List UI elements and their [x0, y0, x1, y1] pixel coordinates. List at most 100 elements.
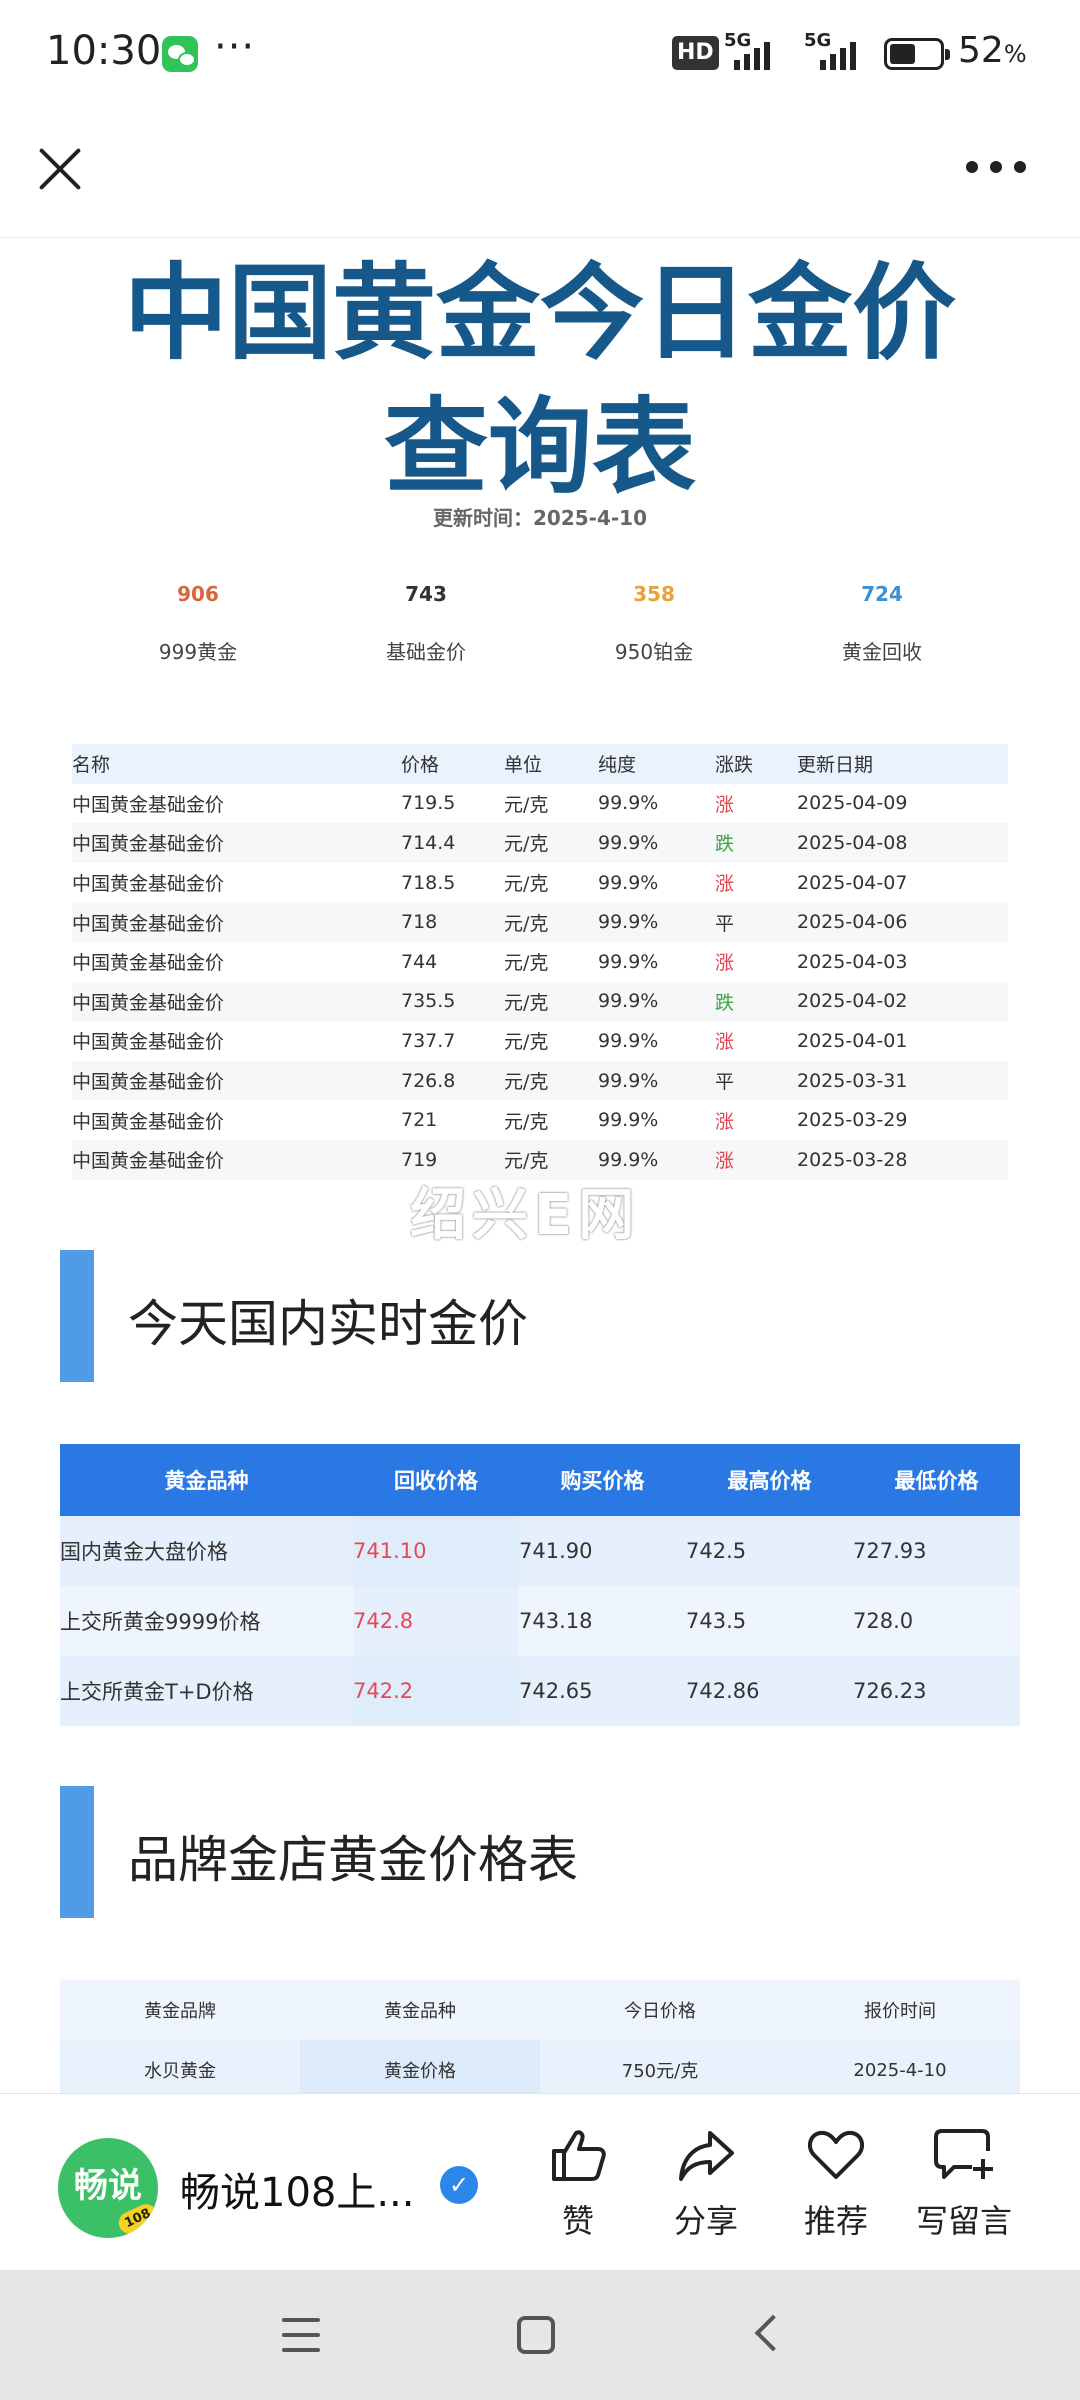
table-cell: 元/克 [504, 873, 549, 896]
table-cell: 上交所黄金T+D价格 [60, 1656, 353, 1726]
stat-label: 999黄金 [158, 640, 238, 664]
table-cell: 727.93 [853, 1516, 1020, 1586]
table-cell: 719.5 [401, 792, 456, 815]
table-cell: 涨 [715, 1139, 797, 1180]
table-header-row: 黄金品种 回收价格 购买价格 最高价格 最低价格 [60, 1444, 1020, 1516]
table-cell: 721 [401, 1109, 438, 1132]
stat-999-gold: 906 999黄金 [88, 582, 308, 665]
table-cell: 99.9% [598, 981, 715, 1022]
table-cell: 元/克 [504, 981, 598, 1022]
bottom-action-bar: 畅说 108 畅说108上... ✓ 赞 分享 推荐 写留言 [0, 2093, 1080, 2270]
header-cell: 单位 [504, 744, 598, 784]
table-cell: 平 [715, 1060, 797, 1101]
table-cell: 742.8 [353, 1586, 519, 1656]
stat-value: 906 [177, 582, 219, 606]
table-cell: 99.9% [598, 902, 715, 942]
share-icon [646, 2122, 766, 2188]
header-cell: 黄金品种 [300, 1980, 540, 2040]
table-row: 国内黄金大盘价格 741.10 741.90 742.5 727.93 [60, 1516, 1020, 1586]
table-row: 水贝黄金 黄金价格 750元/克 2025-4-10 [60, 2040, 1020, 2100]
table-row: 中国黄金基础金价 718.5 元/克 99.9% 涨 2025-04-07 [72, 863, 1008, 903]
home-icon[interactable] [517, 2316, 555, 2354]
like-button[interactable]: 赞 [518, 2122, 638, 2242]
table-row: 中国黄金基础金价 737.7 元/克 99.9% 涨 2025-04-01 [72, 1021, 1008, 1061]
table-row: 中国黄金基础金价 719.5 元/克 99.9% 涨 2025-04-09 [72, 784, 1008, 824]
table-cell: 元/克 [504, 952, 549, 975]
header-cell: 今日价格 [540, 1980, 780, 2040]
wechat-icon [162, 36, 198, 72]
back-icon[interactable] [754, 2314, 792, 2352]
close-icon[interactable] [36, 145, 84, 193]
table-cell: 742.2 [353, 1656, 519, 1726]
recommend-label: 推荐 [803, 2202, 868, 2240]
table-cell: 99.9% [598, 1060, 715, 1101]
status-bar: 10:30 ··· HD 5G 5G 52% [0, 0, 1080, 105]
table-cell: 99.9% [598, 1109, 659, 1132]
table-cell: 741.10 [353, 1516, 519, 1586]
table-cell: 742.65 [519, 1656, 686, 1726]
table-row: 上交所黄金T+D价格 742.2 742.65 742.86 726.23 [60, 1656, 1020, 1726]
more-icon[interactable] [966, 161, 1026, 175]
table-cell: 2025-03-31 [797, 1060, 1008, 1101]
table-cell: 741.90 [519, 1516, 686, 1586]
stat-value: 743 [405, 582, 447, 606]
table-cell: 元/克 [504, 793, 549, 816]
table-cell: 中国黄金基础金价 [72, 793, 225, 816]
table-cell: 中国黄金基础金价 [72, 823, 401, 863]
stat-label: 950铂金 [614, 640, 694, 664]
table-cell: 742.86 [686, 1656, 853, 1726]
signal-icon [730, 40, 774, 70]
table-cell: 726.8 [401, 1060, 504, 1101]
table-cell: 中国黄金基础金价 [72, 952, 225, 975]
header-cell: 价格 [401, 744, 504, 784]
header-cell: 报价时间 [780, 1980, 1020, 2040]
table-cell: 750元/克 [540, 2040, 780, 2100]
header-cell: 黄金品牌 [60, 1980, 300, 2040]
section-title: 品牌金店黄金价格表 [128, 1831, 578, 1889]
table-row: 中国黄金基础金价 726.8 元/克 99.9% 平 2025-03-31 [72, 1060, 1008, 1101]
stat-gold-recycle: 724 黄金回收 [772, 582, 992, 665]
table-cell: 涨 [715, 873, 735, 896]
avatar-text: 畅说 [74, 2166, 142, 2206]
author-name[interactable]: 畅说108上... [180, 2160, 415, 2218]
table-cell: 涨 [715, 952, 735, 975]
table-cell: 2025-04-09 [797, 792, 908, 815]
comment-label: 写留言 [915, 2202, 1012, 2240]
recommend-button[interactable]: 推荐 [776, 2122, 896, 2242]
thumbs-up-icon [518, 2122, 638, 2188]
table-cell: 744 [401, 950, 438, 973]
table-cell: 2025-04-03 [797, 950, 908, 973]
table-cell: 99.9% [598, 950, 659, 973]
realtime-price-table: 黄金品种 回收价格 购买价格 最高价格 最低价格 国内黄金大盘价格 741.10 7… [60, 1444, 1020, 1726]
table-row: 中国黄金基础金价 718 元/克 99.9% 平 2025-04-06 [72, 902, 1008, 942]
table-header-row: 黄金品牌 黄金品种 今日价格 报价时间 [60, 1980, 1020, 2040]
table-cell: 水贝黄金 [60, 2040, 300, 2100]
table-cell: 跌 [715, 981, 797, 1022]
header-cell: 更新日期 [797, 744, 1008, 784]
hd-icon: HD [672, 36, 719, 70]
status-time: 10:30 [46, 28, 162, 74]
table-cell: 元/克 [504, 1060, 598, 1101]
table-header-row: 名称 价格 单位 纯度 涨跌 更新日期 [72, 744, 1008, 784]
brand-price-table: 黄金品牌 黄金品种 今日价格 报价时间 水贝黄金 黄金价格 750元/克 202… [60, 1980, 1020, 2100]
table-cell: 718 [401, 902, 504, 942]
share-label: 分享 [673, 2202, 738, 2240]
table-cell: 742.5 [686, 1516, 853, 1586]
table-cell: 上交所黄金9999价格 [60, 1586, 353, 1656]
table-cell: 2025-4-10 [780, 2040, 1020, 2100]
table-cell: 2025-04-02 [797, 981, 1008, 1022]
table-cell: 2025-03-28 [797, 1139, 1008, 1180]
table-cell: 元/克 [504, 823, 598, 863]
menu-icon[interactable] [282, 2318, 320, 2352]
table-cell: 743.18 [519, 1586, 686, 1656]
avatar[interactable]: 畅说 108 [58, 2138, 158, 2238]
stat-base-price: 743 基础金价 [316, 582, 536, 665]
table-cell: 735.5 [401, 981, 504, 1022]
table-row: 中国黄金基础金价 744 元/克 99.9% 涨 2025-04-03 [72, 942, 1008, 982]
table-row: 上交所黄金9999价格 742.8 743.18 743.5 728.0 [60, 1586, 1020, 1656]
comment-button[interactable]: 写留言 [904, 2122, 1024, 2242]
table-cell: 737.7 [401, 1029, 456, 1052]
page: 10:30 ··· HD 5G 5G 52% 中国黄金今日金价 查询表 更新时间… [0, 0, 1080, 2400]
header-cell: 纯度 [598, 744, 715, 784]
share-button[interactable]: 分享 [646, 2122, 766, 2242]
